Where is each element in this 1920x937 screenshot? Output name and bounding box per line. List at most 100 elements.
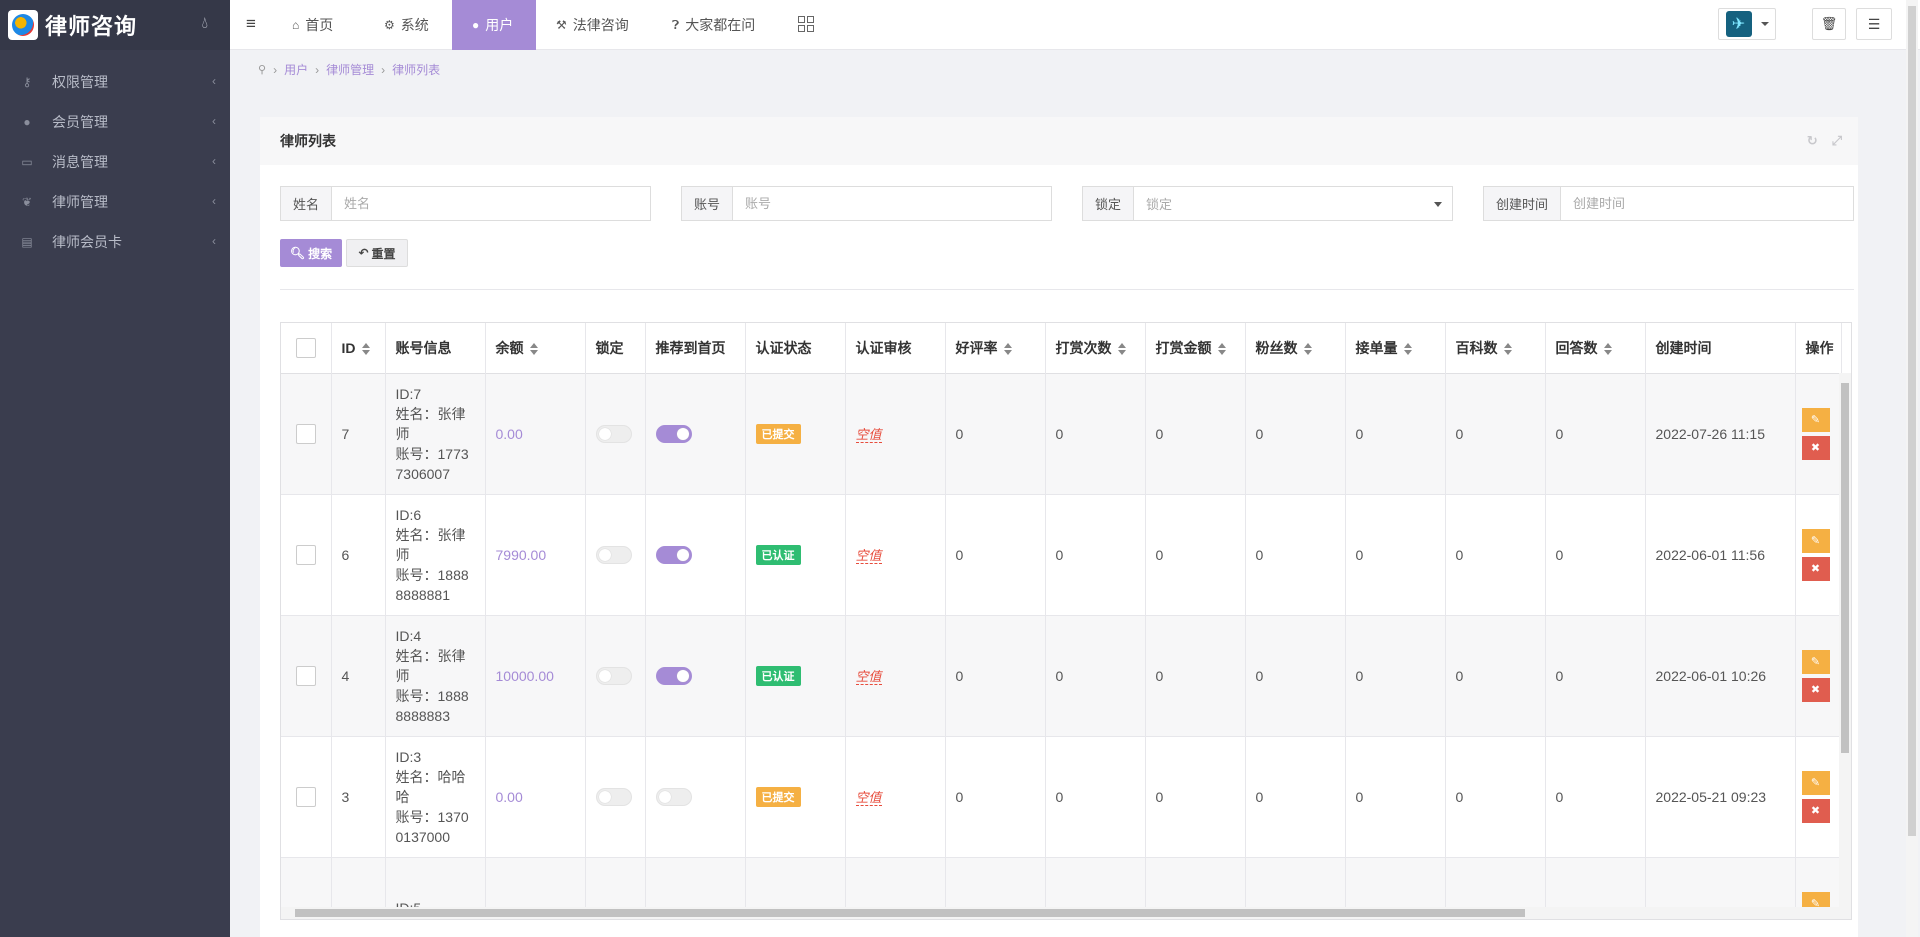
table-vertical-scrollbar[interactable] (1839, 373, 1851, 913)
breadcrumb-lawyer-mgmt[interactable]: 律师管理 (326, 61, 374, 78)
user-menu[interactable]: ✈ (1718, 8, 1776, 40)
sort-icon[interactable] (1503, 343, 1512, 356)
row-checkbox[interactable] (295, 544, 316, 565)
sort-icon[interactable] (1403, 343, 1412, 356)
page-scrollbar[interactable] (1906, 0, 1918, 937)
breadcrumb-lawyer-list[interactable]: 律师列表 (392, 61, 440, 78)
cell-answers: 0 (1545, 373, 1646, 494)
sidebar: 律师咨询 💧︎ ⚷ 权限管理 ‹ ● 会员管理 ‹ ▭ 消息管理 ‹ ❦ 律师管… (0, 0, 230, 937)
apps-grid-icon[interactable] (798, 16, 814, 32)
locked-toggle[interactable] (595, 424, 632, 443)
tab-faq[interactable]: ❓︎ 大家都在问 (652, 0, 775, 50)
name-input[interactable] (332, 187, 650, 220)
name-filter-label: 姓名 (281, 187, 333, 220)
sidebar-item-lawyers[interactable]: ❦ 律师管理 ‹ (0, 182, 230, 222)
audit-edit-link[interactable]: 空值 (855, 669, 882, 685)
name-filter: 姓名 (280, 186, 651, 221)
chevron-left-icon: ‹ (212, 154, 216, 168)
edit-button[interactable]: ✎ (1801, 407, 1830, 432)
delete-button[interactable]: ✖ (1801, 677, 1830, 702)
edit-button[interactable]: ✎ (1801, 770, 1830, 795)
audit-edit-link[interactable]: 空值 (855, 427, 882, 443)
delete-button[interactable]: ✖ (1801, 798, 1830, 823)
tab-legal-consult[interactable]: ⚒ 法律咨询 (536, 0, 649, 50)
sort-icon[interactable] (361, 343, 370, 356)
row-checkbox[interactable] (295, 786, 316, 807)
filter-bar: 姓名 账号 锁定 锁定 创建时间 (280, 186, 1854, 221)
edit-button[interactable]: ✎ (1801, 649, 1830, 674)
locked-toggle[interactable] (595, 545, 632, 564)
row-checkbox[interactable] (295, 665, 316, 686)
cell-account-info: ID:3 姓名：哈哈哈 账号：13700137000 (395, 748, 469, 845)
tab-home[interactable]: ⌂ 首页 (272, 0, 353, 50)
tab-label: 大家都在问 (685, 17, 756, 33)
sidebar-item-members[interactable]: ● 会员管理 ‹ (0, 102, 230, 142)
col-id[interactable]: ID (331, 323, 386, 373)
fullscreen-icon[interactable]: ⤢ (1832, 133, 1842, 149)
recommend-toggle[interactable] (655, 424, 692, 443)
delete-button[interactable]: ✖ (1801, 435, 1830, 460)
reset-button[interactable]: ↶ 重置 (346, 239, 408, 267)
col-tip-amount[interactable]: 打赏金额 (1145, 323, 1246, 373)
cell-tip-amount: 0 (1145, 736, 1246, 857)
cell-id: 6 (331, 494, 386, 615)
cell-rate: 0 (945, 373, 1046, 494)
cell-wiki: 0 (1445, 494, 1546, 615)
delete-button[interactable]: ✖ (1801, 556, 1830, 581)
refresh-icon[interactable]: ↻ (1807, 133, 1818, 149)
tab-user[interactable]: ● 用户 (452, 0, 536, 50)
recommend-toggle[interactable] (655, 666, 692, 685)
close-icon: ✖ (1810, 805, 1821, 817)
close-icon: ✖ (1810, 442, 1821, 454)
sidebar-item-messages[interactable]: ▭ 消息管理 ‹ (0, 142, 230, 182)
col-fans[interactable]: 粉丝数 (1245, 323, 1346, 373)
col-balance[interactable]: 余额 (485, 323, 586, 373)
table-horizontal-scrollbar[interactable] (281, 907, 1851, 919)
question-icon: ❓︎ (672, 17, 680, 32)
sort-icon[interactable] (1003, 343, 1012, 356)
sort-icon[interactable] (1117, 343, 1126, 356)
delete-button[interactable]: ✖ (1802, 920, 1830, 921)
audit-edit-link[interactable]: 空值 (855, 548, 882, 564)
created-time-input[interactable] (1561, 187, 1853, 220)
recommend-toggle[interactable] (655, 545, 692, 564)
sidebar-item-lawyer-cards[interactable]: ▤ 律师会员卡 ‹ (0, 222, 230, 262)
settings-panel-button[interactable]: ☰ (1856, 8, 1892, 40)
col-orders[interactable]: 接单量 (1345, 323, 1446, 373)
table-row: 7 ID:7 姓名：张律师 账号：17737306007 0.00 已提交 空值 0 0 0 0… (281, 373, 1842, 494)
sidebar-item-label: 律师会员卡 (52, 234, 122, 250)
theme-drop-icon[interactable]: 💧︎ (202, 15, 208, 33)
row-checkbox[interactable] (295, 423, 316, 444)
pencil-icon: ✎ (1810, 656, 1821, 668)
select-all-checkbox[interactable] (295, 337, 316, 358)
cell-account-info: ID:6 姓名：张律师 账号：18888888881 (395, 506, 469, 603)
sort-icon[interactable] (529, 343, 538, 356)
col-answers[interactable]: 回答数 (1545, 323, 1646, 373)
col-tips[interactable]: 打赏次数 (1045, 323, 1146, 373)
sort-icon[interactable] (1603, 343, 1612, 356)
search-button[interactable]: 🔍︎ 搜索 (280, 239, 342, 267)
locked-toggle[interactable] (595, 666, 632, 685)
menu-toggle-icon[interactable]: ≡ (246, 15, 262, 32)
panel-header: 律师列表 ↻ ⤢ (260, 117, 1858, 165)
locked-select[interactable]: 锁定 (1134, 187, 1452, 220)
panel-title: 律师列表 (280, 133, 336, 149)
sort-icon[interactable] (1217, 343, 1226, 356)
tab-system[interactable]: ⚙ 系统 (364, 0, 449, 50)
col-wiki[interactable]: 百科数 (1445, 323, 1546, 373)
edit-button[interactable]: ✎ (1801, 528, 1830, 553)
logo[interactable]: 律师咨询 💧︎ (0, 0, 230, 50)
col-cert-status: 认证状态 (745, 323, 846, 373)
breadcrumb-user[interactable]: 用户 (284, 61, 308, 78)
recommend-toggle[interactable] (655, 787, 692, 806)
cell-orders: 0 (1345, 373, 1446, 494)
account-input[interactable] (733, 187, 1051, 220)
search-button-label: 搜索 (308, 246, 333, 261)
clear-cache-button[interactable]: 🗑︎ (1812, 8, 1846, 40)
locked-toggle[interactable] (595, 787, 632, 806)
col-rate[interactable]: 好评率 (945, 323, 1046, 373)
sort-icon[interactable] (1303, 343, 1312, 356)
card-icon: ▤ (21, 235, 33, 249)
audit-edit-link[interactable]: 空值 (855, 790, 882, 806)
sidebar-item-permissions[interactable]: ⚷ 权限管理 ‹ (0, 62, 230, 102)
